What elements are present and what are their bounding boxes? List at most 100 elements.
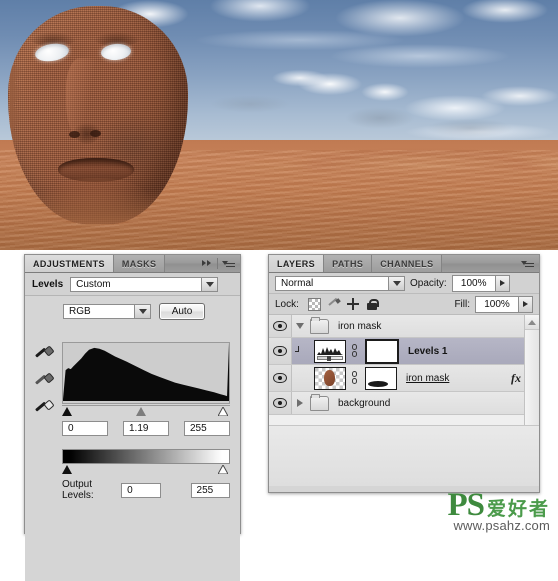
input-shadow-field[interactable]: 0	[62, 421, 108, 436]
lock-row: Lock: Fill: 100%	[269, 294, 539, 315]
scroll-up-button[interactable]	[525, 315, 539, 330]
chevron-down-icon[interactable]	[388, 276, 404, 290]
eyedropper-tools	[34, 345, 55, 418]
tab-paths-label: PATHS	[332, 258, 364, 269]
watermark-logo: PS	[447, 487, 485, 523]
black-point-eyedropper[interactable]	[34, 345, 55, 364]
input-shadow-slider[interactable]	[62, 407, 72, 416]
white-layer-mask-thumbnail[interactable]	[365, 338, 399, 364]
tab-masks[interactable]: MASKS	[113, 255, 166, 272]
histogram[interactable]	[62, 342, 230, 404]
tab-masks-label: MASKS	[121, 258, 157, 269]
input-levels-fields: 0 1.19 255	[62, 421, 230, 436]
tab-paths[interactable]: PATHS	[324, 255, 373, 272]
layers-tabbar: LAYERS PATHS CHANNELS	[269, 255, 539, 273]
adjustments-body: RGB Auto 0 1.19 255 Output Levels: 0 255	[25, 296, 240, 581]
opacity-field[interactable]: 100%	[451, 274, 496, 292]
output-levels-slider-track	[62, 464, 230, 475]
blend-mode-row: Normal Opacity: 100%	[269, 273, 539, 294]
preset-dropdown[interactable]: Custom	[70, 276, 219, 292]
input-midtone-field[interactable]: 1.19	[123, 421, 169, 436]
lock-transparency-icon[interactable]	[307, 297, 321, 311]
group-disclosure-closed[interactable]	[292, 399, 308, 407]
chevron-down-icon[interactable]	[134, 305, 150, 318]
channel-value: RGB	[69, 306, 91, 317]
tab-channels[interactable]: CHANNELS	[372, 255, 443, 272]
fill-control[interactable]: 100%	[475, 295, 533, 313]
layer-name[interactable]: iron mask	[406, 373, 449, 384]
layer-visibility-toggle[interactable]	[269, 338, 292, 364]
thumbnail-face	[324, 369, 335, 386]
layer-name[interactable]: background	[338, 398, 390, 409]
transparent-face-thumbnail[interactable]	[314, 366, 346, 390]
output-black-slider[interactable]	[62, 465, 72, 474]
panel-menu-icon[interactable]	[222, 259, 235, 269]
input-highlight-slider[interactable]	[218, 407, 228, 416]
layer-list-scrollbar[interactable]	[524, 315, 539, 425]
layer-name[interactable]: Levels 1	[408, 346, 447, 357]
clipping-mask-indicator	[292, 338, 308, 364]
adjustments-panel: ADJUSTMENTS MASKS Levels Custom RGB Auto…	[24, 254, 241, 581]
mask-link-icon[interactable]	[350, 371, 359, 385]
watermark-chinese-text: 爱好者	[486, 499, 550, 520]
layers-panel-footer	[269, 425, 539, 486]
tab-adjustments-label: ADJUSTMENTS	[33, 258, 105, 269]
gray-point-eyedropper[interactable]	[34, 372, 55, 391]
tab-layers[interactable]: LAYERS	[269, 255, 325, 272]
layer-mask-thumbnail[interactable]	[365, 366, 397, 390]
adjustments-header-buttons	[197, 255, 240, 272]
mask-black-blob	[368, 380, 388, 387]
tab-adjustments[interactable]: ADJUSTMENTS	[25, 255, 114, 272]
white-point-eyedropper[interactable]	[34, 399, 55, 418]
levels-title: Levels	[32, 278, 64, 290]
fill-field[interactable]: 100%	[475, 295, 519, 313]
levels-adjustment-thumbnail[interactable]	[314, 339, 346, 363]
auto-button[interactable]: Auto	[159, 303, 205, 320]
layer-visibility-toggle[interactable]	[269, 392, 292, 414]
channel-dropdown[interactable]: RGB	[63, 304, 151, 319]
input-midtone-slider[interactable]	[136, 407, 146, 416]
eye-icon	[273, 321, 287, 331]
layer-name[interactable]: iron mask	[338, 321, 381, 332]
double-chevron-icon[interactable]	[202, 259, 213, 268]
eye-icon	[273, 398, 287, 408]
output-white-field[interactable]: 255	[190, 482, 230, 498]
table-row[interactable]: iron mask fx	[269, 365, 539, 392]
group-disclosure-open[interactable]	[292, 323, 308, 329]
mask-link-icon[interactable]	[350, 344, 359, 358]
iron-mask-face	[8, 6, 188, 224]
levels-preset-row: Levels Custom	[25, 273, 240, 296]
fx-icon[interactable]: fx	[511, 371, 521, 386]
output-black-field[interactable]: 0	[121, 482, 161, 498]
tab-layers-label: LAYERS	[277, 258, 316, 269]
blend-mode-dropdown[interactable]: Normal	[275, 275, 405, 291]
lock-label: Lock:	[275, 298, 299, 310]
input-levels-slider-track	[62, 405, 230, 417]
layer-visibility-toggle[interactable]	[269, 365, 292, 391]
output-white-slider[interactable]	[218, 465, 228, 474]
table-row[interactable]: iron mask	[269, 315, 539, 338]
lock-image-icon[interactable]	[328, 297, 341, 310]
opacity-flyout-icon[interactable]	[495, 274, 510, 292]
eye-icon	[273, 346, 287, 356]
lock-position-icon[interactable]	[346, 298, 359, 310]
lock-all-icon[interactable]	[366, 298, 379, 310]
table-row[interactable]: Levels 1	[269, 338, 539, 365]
histogram-plot	[63, 343, 229, 401]
layer-list: iron mask Levels 1 iron mask fx backgrou…	[269, 315, 539, 425]
fill-control-wrap: Fill: 100%	[454, 295, 533, 313]
watermark-url: www.psahz.com	[453, 518, 550, 533]
chevron-down-icon[interactable]	[201, 277, 218, 291]
input-highlight-field[interactable]: 255	[184, 421, 230, 436]
watermark: PS 爱好者 www.psahz.com	[447, 487, 550, 534]
screenshot-root: ADJUSTMENTS MASKS Levels Custom RGB Auto…	[0, 0, 558, 581]
layer-visibility-toggle[interactable]	[269, 315, 292, 337]
mask-bottom-fade	[8, 190, 188, 224]
output-gradient-bar	[62, 449, 230, 464]
fill-flyout-icon[interactable]	[519, 295, 533, 313]
opacity-control[interactable]: 100%	[451, 274, 510, 292]
panel-menu-icon[interactable]	[521, 259, 534, 269]
table-row[interactable]: background	[269, 392, 539, 415]
eye-icon	[273, 373, 287, 383]
thumbnail-histogram-icon	[317, 346, 343, 355]
